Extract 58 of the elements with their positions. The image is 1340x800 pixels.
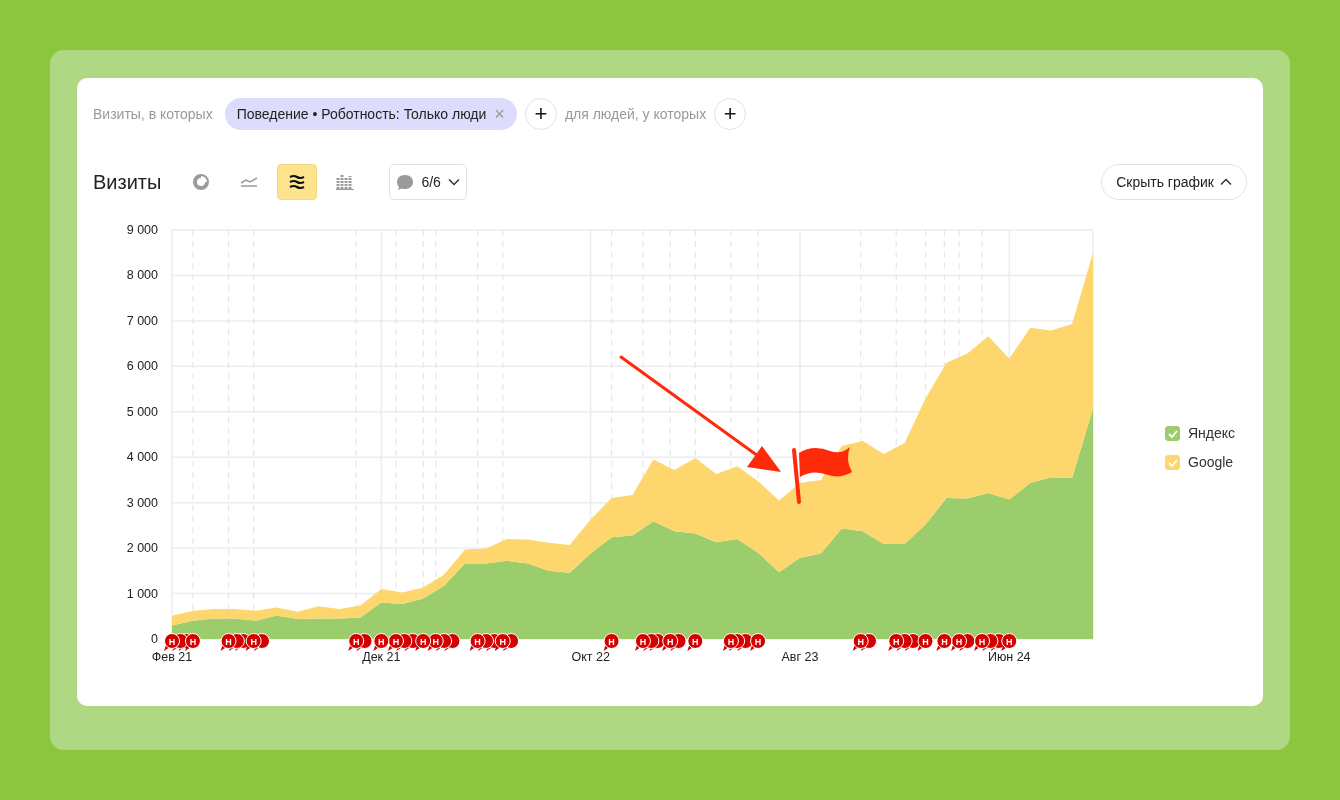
legend-label: Google xyxy=(1188,453,1234,472)
note-marker[interactable]: Н xyxy=(917,633,934,651)
x-axis-label: Июн 24 xyxy=(987,650,1031,664)
note-marker[interactable]: Н xyxy=(634,633,651,651)
note-marker[interactable]: Н xyxy=(936,633,953,651)
chevron-up-icon xyxy=(1220,178,1232,186)
note-marker[interactable]: Н xyxy=(415,633,432,651)
legend-label: Яндекс xyxy=(1188,424,1236,443)
note-marker[interactable]: Н xyxy=(220,633,237,651)
check-icon xyxy=(1167,458,1178,467)
note-marker[interactable]: Н xyxy=(184,633,201,651)
y-axis-label: 9 000 xyxy=(126,223,158,237)
x-axis-label: Окт 22 xyxy=(571,650,610,664)
filter-middle: для людей, у которых xyxy=(564,104,707,124)
note-marker[interactable]: Н xyxy=(722,633,739,651)
check-icon xyxy=(1167,429,1178,438)
note-marker[interactable]: Н xyxy=(494,633,511,651)
notes-dropdown[interactable]: 6/6 xyxy=(389,164,467,200)
note-marker[interactable]: Н xyxy=(603,633,620,651)
note-marker[interactable]: Н xyxy=(469,633,486,651)
note-marker[interactable]: Н xyxy=(387,633,404,651)
chevron-down-icon xyxy=(447,178,460,186)
y-axis-label: 1 000 xyxy=(126,586,158,601)
note-marker[interactable]: Н xyxy=(662,633,679,651)
legend-checkbox[interactable] xyxy=(1165,455,1180,470)
y-axis-label: 7 000 xyxy=(126,313,158,328)
y-axis-label: 4 000 xyxy=(126,450,158,465)
y-axis-label: 3 000 xyxy=(126,495,158,510)
note-marker[interactable]: Н xyxy=(687,633,704,651)
note-marker[interactable]: Н xyxy=(348,633,365,651)
bar-chart-icon xyxy=(336,174,355,190)
filter-chip[interactable]: Поведение • Роботность: Только люди × xyxy=(224,98,517,130)
y-axis-label: 6 000 xyxy=(126,359,158,374)
y-axis-label: 8 000 xyxy=(126,268,158,283)
x-axis-label: Дек 21 xyxy=(362,650,401,664)
filter-prefix: Визиты, в которых xyxy=(93,104,213,124)
note-marker[interactable]: Н xyxy=(852,633,869,651)
note-marker[interactable]: Н xyxy=(750,633,767,651)
pie-chart-icon xyxy=(193,174,210,190)
stacked-area-icon xyxy=(289,174,306,190)
chip-label: Поведение • Роботность: Только люди xyxy=(236,104,487,124)
line-chart-icon xyxy=(240,176,259,188)
chart-type-button[interactable] xyxy=(277,164,318,200)
x-axis-label: Фев 21 xyxy=(151,650,193,664)
note-marker[interactable]: Н xyxy=(888,633,905,651)
note-marker[interactable]: Н xyxy=(1001,633,1018,651)
flag-icon xyxy=(792,447,852,504)
x-axis-label: Авг 23 xyxy=(781,650,819,664)
speech-bubble-icon xyxy=(396,173,415,191)
chart-title: Визиты xyxy=(93,170,162,195)
note-marker[interactable]: Н xyxy=(974,633,991,651)
legend-checkbox[interactable] xyxy=(1165,426,1180,441)
y-axis-label: 5 000 xyxy=(126,404,158,419)
y-axis-label: 0 xyxy=(151,632,158,646)
note-marker[interactable]: Н xyxy=(951,633,968,651)
note-marker[interactable]: Н xyxy=(373,633,390,651)
note-marker[interactable]: Н xyxy=(245,633,262,651)
y-axis-label: 2 000 xyxy=(126,541,158,556)
